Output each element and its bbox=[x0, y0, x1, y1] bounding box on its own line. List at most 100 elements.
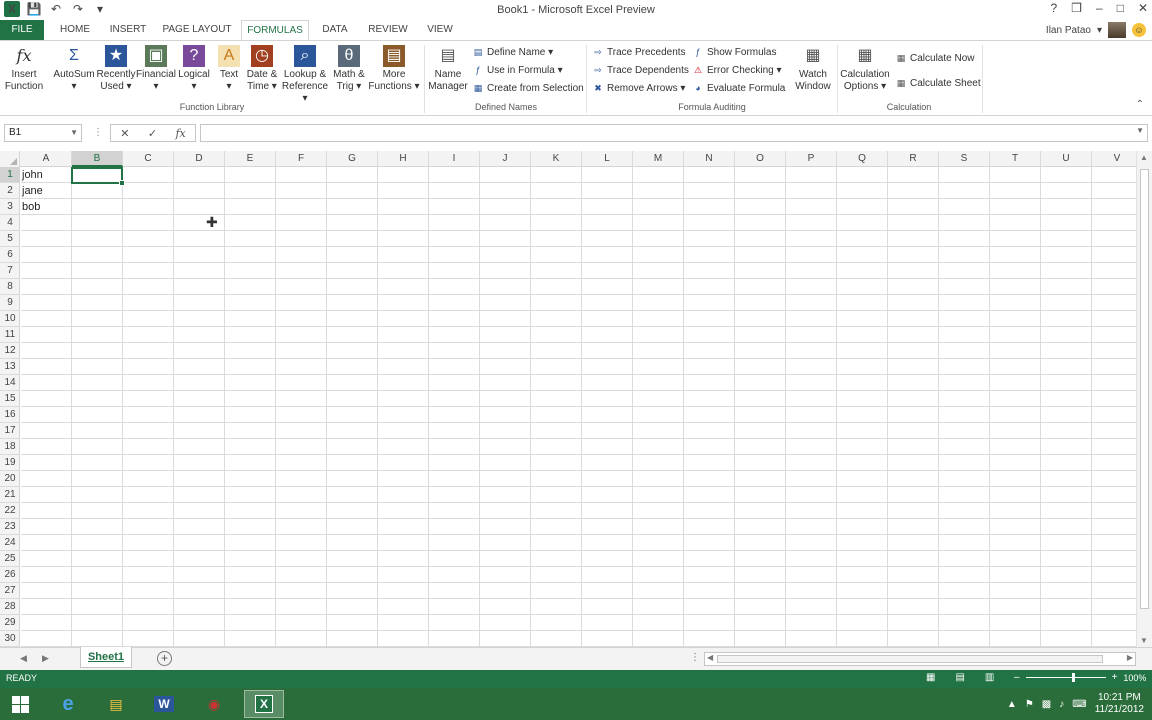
autosum-button[interactable]: Σ AutoSum ▾ bbox=[52, 45, 96, 93]
page-break-view-icon[interactable]: ▥ bbox=[985, 672, 994, 683]
scroll-right-icon[interactable]: ▶ bbox=[1127, 653, 1133, 662]
row-header[interactable]: 7 bbox=[0, 263, 20, 279]
column-header[interactable]: S bbox=[939, 151, 990, 167]
formula-input[interactable]: ▼ bbox=[200, 124, 1148, 142]
column-header[interactable]: H bbox=[378, 151, 429, 167]
volume-icon[interactable]: ♪ bbox=[1059, 699, 1064, 710]
row-header[interactable]: 24 bbox=[0, 535, 20, 551]
horizontal-scrollbar[interactable]: ◀ ▶ bbox=[704, 652, 1136, 666]
cell-area[interactable]: ✚ john jane bob bbox=[21, 167, 1136, 647]
row-header[interactable]: 12 bbox=[0, 343, 20, 359]
enter-entry-icon[interactable]: ✓ bbox=[148, 127, 157, 140]
remove-arrows-button[interactable]: ✖ Remove Arrows ▾ bbox=[592, 82, 685, 94]
row-header[interactable]: 10 bbox=[0, 311, 20, 327]
calculate-now-button[interactable]: ▦ Calculate Now bbox=[895, 52, 975, 64]
tab-review[interactable]: REVIEW bbox=[362, 20, 414, 40]
zoom-slider[interactable] bbox=[1025, 673, 1106, 682]
ribbon-display-options-button[interactable]: ❒ bbox=[1071, 1, 1082, 15]
column-header[interactable]: A bbox=[21, 151, 72, 167]
column-header[interactable]: T bbox=[990, 151, 1041, 167]
row-header[interactable]: 9 bbox=[0, 295, 20, 311]
row-header[interactable]: 16 bbox=[0, 407, 20, 423]
row-header[interactable]: 20 bbox=[0, 471, 20, 487]
active-cell-b1[interactable] bbox=[71, 167, 125, 186]
row-header[interactable]: 5 bbox=[0, 231, 20, 247]
tab-split-handle[interactable]: ⋮ bbox=[690, 652, 700, 663]
start-button[interactable] bbox=[0, 690, 40, 718]
row-header[interactable]: 25 bbox=[0, 551, 20, 567]
row-header[interactable]: 1 bbox=[0, 167, 20, 183]
excel-taskbar-icon[interactable]: X bbox=[244, 690, 284, 718]
tab-formulas[interactable]: FORMULAS bbox=[241, 20, 309, 41]
user-account[interactable]: Ilan Patao ▾ ☺ bbox=[1046, 22, 1146, 38]
row-header[interactable]: 8 bbox=[0, 279, 20, 295]
maximize-button[interactable]: □ bbox=[1117, 1, 1124, 15]
normal-view-icon[interactable]: ▦ bbox=[926, 672, 935, 683]
row-header[interactable]: 21 bbox=[0, 487, 20, 503]
column-header[interactable]: J bbox=[480, 151, 531, 167]
tab-home[interactable]: HOME bbox=[52, 20, 98, 40]
name-manager-button[interactable]: ▤ Name Manager bbox=[428, 45, 468, 93]
row-header[interactable]: 23 bbox=[0, 519, 20, 535]
zoom-level[interactable]: 100% bbox=[1123, 673, 1146, 683]
create-from-selection-button[interactable]: ▦ Create from Selection bbox=[472, 82, 584, 94]
name-box-dropdown-icon[interactable]: ▼ bbox=[70, 125, 78, 141]
column-header[interactable]: E bbox=[225, 151, 276, 167]
tab-insert[interactable]: INSERT bbox=[104, 20, 152, 40]
flag-icon[interactable]: ⚑ bbox=[1025, 699, 1034, 710]
row-header[interactable]: 18 bbox=[0, 439, 20, 455]
horizontal-scroll-thumb[interactable] bbox=[717, 655, 1103, 663]
vertical-scroll-thumb[interactable] bbox=[1140, 169, 1149, 609]
row-header[interactable]: 17 bbox=[0, 423, 20, 439]
zoom-in-icon[interactable]: + bbox=[1112, 672, 1118, 683]
cell-a1[interactable]: john bbox=[22, 167, 43, 183]
network-icon[interactable]: ▩ bbox=[1042, 699, 1051, 710]
error-checking-button[interactable]: ⚠ Error Checking ▾ bbox=[692, 64, 782, 76]
row-header[interactable]: 13 bbox=[0, 359, 20, 375]
column-header[interactable]: O bbox=[735, 151, 786, 167]
collapse-ribbon-icon[interactable]: ⌃ bbox=[1136, 99, 1144, 110]
row-header[interactable]: 30 bbox=[0, 631, 20, 647]
scroll-down-icon[interactable]: ▼ bbox=[1140, 636, 1148, 645]
sheet-tab-sheet1[interactable]: Sheet1 bbox=[80, 647, 132, 668]
avatar[interactable] bbox=[1108, 22, 1126, 38]
column-header[interactable]: K bbox=[531, 151, 582, 167]
cell-a2[interactable]: jane bbox=[22, 183, 43, 199]
column-header[interactable]: D bbox=[174, 151, 225, 167]
tab-page-layout[interactable]: PAGE LAYOUT bbox=[160, 20, 234, 40]
use-in-formula-button[interactable]: ƒ Use in Formula ▾ bbox=[472, 64, 562, 76]
row-header[interactable]: 14 bbox=[0, 375, 20, 391]
scroll-up-icon[interactable]: ▲ bbox=[1140, 153, 1148, 162]
row-header[interactable]: 2 bbox=[0, 183, 20, 199]
math-trig-button[interactable]: θ Math & Trig ▾ bbox=[330, 45, 368, 93]
column-header[interactable]: C bbox=[123, 151, 174, 167]
tab-view[interactable]: VIEW bbox=[420, 20, 460, 40]
evaluate-formula-button[interactable]: ◕ Evaluate Formula bbox=[692, 82, 785, 94]
logical-button[interactable]: ? Logical ▾ bbox=[176, 45, 212, 93]
name-box[interactable]: B1 ▼ bbox=[4, 124, 82, 142]
more-functions-button[interactable]: ▤ More Functions ▾ bbox=[368, 45, 420, 93]
expand-formula-bar-icon[interactable]: ▼ bbox=[1136, 126, 1144, 135]
next-sheet-icon[interactable]: ▶ bbox=[42, 653, 49, 664]
column-header[interactable]: P bbox=[786, 151, 837, 167]
fill-handle[interactable] bbox=[119, 180, 125, 186]
column-header[interactable]: L bbox=[582, 151, 633, 167]
column-header[interactable]: R bbox=[888, 151, 939, 167]
vertical-scrollbar[interactable]: ▲ ▼ bbox=[1136, 151, 1152, 647]
define-name-button[interactable]: ▤ Define Name ▾ bbox=[472, 46, 553, 58]
keyboard-icon[interactable]: ⌨ bbox=[1072, 699, 1086, 710]
row-header[interactable]: 22 bbox=[0, 503, 20, 519]
help-button[interactable]: ? bbox=[1051, 1, 1058, 15]
trace-dependents-button[interactable]: ⇨ Trace Dependents bbox=[592, 64, 689, 76]
insert-function-button[interactable]: fx Insert Function bbox=[4, 45, 44, 93]
date-time-button[interactable]: ◷ Date & Time ▾ bbox=[244, 45, 280, 93]
scroll-left-icon[interactable]: ◀ bbox=[707, 653, 713, 662]
show-formulas-button[interactable]: ƒ Show Formulas bbox=[692, 46, 776, 58]
insert-function-icon[interactable]: fx bbox=[175, 127, 185, 140]
cancel-entry-icon[interactable]: ✕ bbox=[120, 127, 129, 140]
zoom-slider-knob[interactable] bbox=[1071, 673, 1075, 682]
clock[interactable]: 10:21 PM 11/21/2012 bbox=[1095, 692, 1144, 716]
financial-button[interactable]: ▣ Financial ▾ bbox=[136, 45, 176, 93]
trace-precedents-button[interactable]: ⇨ Trace Precedents bbox=[592, 46, 685, 58]
internet-explorer-icon[interactable]: e bbox=[48, 690, 88, 718]
